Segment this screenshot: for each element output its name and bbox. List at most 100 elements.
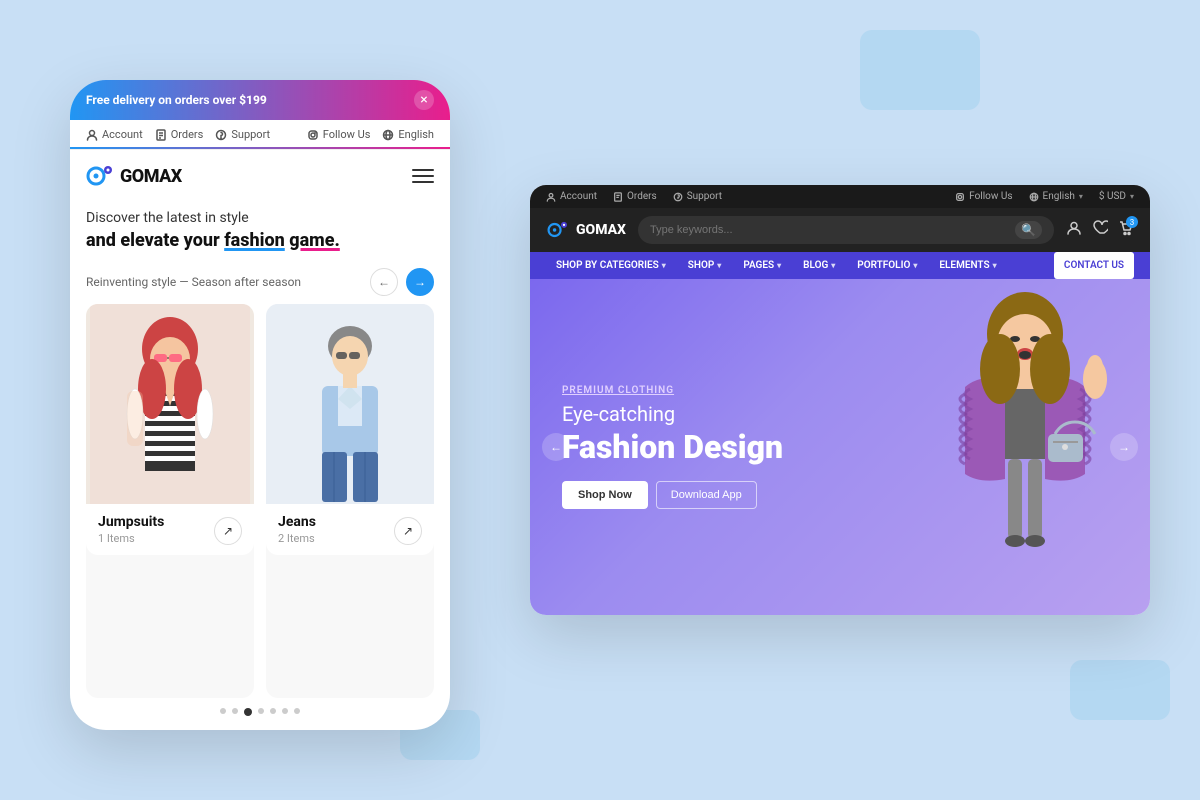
desktop-header-icons: 3 bbox=[1066, 220, 1134, 240]
mobile-header: GOMAX bbox=[70, 150, 450, 202]
hero-title-line1: and elevate your bbox=[86, 230, 220, 251]
desktop-orders-label: Orders bbox=[627, 191, 657, 202]
desktop-support-label: Support bbox=[687, 191, 722, 202]
desktop-nav-elements[interactable]: ELEMENTS ▾ bbox=[929, 252, 1006, 279]
desktop-nav-categories[interactable]: SHOP BY CATEGORIES ▾ bbox=[546, 252, 676, 279]
shop-chevron: ▾ bbox=[717, 261, 721, 270]
product-card-info-jeans: Jeans 2 Items ↗ bbox=[266, 504, 434, 555]
next-arrow-button[interactable]: → bbox=[406, 268, 434, 296]
product-card-jumpsuits[interactable]: Jumpsuits 1 Items ↗ bbox=[86, 304, 254, 698]
desktop-wishlist-icon[interactable] bbox=[1092, 220, 1108, 240]
hero-prev-arrow[interactable]: ← bbox=[542, 433, 570, 461]
dot-3-active[interactable] bbox=[244, 708, 252, 716]
desktop-nav-account[interactable]: Account bbox=[546, 191, 597, 202]
desktop-nav-follow[interactable]: Follow Us bbox=[955, 191, 1012, 202]
desktop-search-input[interactable] bbox=[650, 224, 1007, 236]
dot-4[interactable] bbox=[258, 708, 264, 714]
mobile-mockup: Free delivery on orders over $199 × Acco… bbox=[70, 80, 450, 730]
hamburger-menu[interactable] bbox=[412, 169, 434, 183]
dot-2[interactable] bbox=[232, 708, 238, 714]
desktop-topbar: Account Orders Support Follow Us English bbox=[530, 185, 1150, 208]
dot-5[interactable] bbox=[270, 708, 276, 714]
desktop-nav-orders[interactable]: Orders bbox=[613, 191, 657, 202]
hero-subtitle: Eye-catching bbox=[562, 402, 783, 426]
promo-close-button[interactable]: × bbox=[414, 90, 434, 110]
desktop-nav-portfolio[interactable]: PORTFOLIO ▾ bbox=[847, 252, 927, 279]
desktop-nav-language[interactable]: English ▾ bbox=[1029, 191, 1083, 202]
categories-chevron: ▾ bbox=[662, 261, 666, 270]
dot-7[interactable] bbox=[294, 708, 300, 714]
dot-6[interactable] bbox=[282, 708, 288, 714]
pages-chevron: ▾ bbox=[777, 261, 781, 270]
product-card-jeans[interactable]: Jeans 2 Items ↗ bbox=[266, 304, 434, 698]
shop-now-button[interactable]: Shop Now bbox=[562, 481, 648, 509]
elements-chevron: ▾ bbox=[993, 261, 997, 270]
instagram-icon bbox=[307, 129, 319, 141]
mobile-nav-account[interactable]: Account bbox=[86, 128, 143, 141]
hamburger-line-1 bbox=[412, 169, 434, 171]
desktop-nav: SHOP BY CATEGORIES ▾ SHOP ▾ PAGES ▾ BLOG… bbox=[530, 252, 1150, 279]
hero-title-line2: fashion game. bbox=[224, 230, 340, 251]
desktop-follow-label: Follow Us bbox=[969, 191, 1012, 202]
product-count-jeans: 2 Items bbox=[278, 532, 316, 545]
desktop-cart-icon[interactable]: 3 bbox=[1118, 220, 1134, 240]
globe-icon-desktop bbox=[1029, 192, 1039, 202]
orders-icon-desktop bbox=[613, 192, 623, 202]
user-icon bbox=[86, 129, 98, 141]
desktop-user-icon[interactable] bbox=[1066, 220, 1082, 240]
desktop-nav-currency[interactable]: $ USD ▾ bbox=[1099, 191, 1134, 202]
user-icon-desktop bbox=[546, 192, 556, 202]
prev-arrow-button[interactable]: ← bbox=[370, 268, 398, 296]
go-logo-icon bbox=[86, 162, 114, 190]
hero-label: PREMIUM CLOTHING bbox=[562, 385, 783, 396]
desktop-language-label: English bbox=[1043, 191, 1075, 202]
desktop-nav-support[interactable]: Support bbox=[673, 191, 722, 202]
product-image-jumpsuits bbox=[86, 304, 254, 504]
categories-label: SHOP BY CATEGORIES bbox=[556, 260, 659, 271]
download-app-button[interactable]: Download App bbox=[656, 481, 757, 509]
support-icon-desktop bbox=[673, 192, 683, 202]
portfolio-chevron: ▾ bbox=[913, 261, 917, 270]
hero-title: and elevate your fashion game. bbox=[86, 230, 434, 252]
desktop-header: GOMAX 🔍 3 bbox=[530, 208, 1150, 252]
contact-label: CONTACT US bbox=[1064, 260, 1124, 271]
hamburger-line-3 bbox=[412, 181, 434, 183]
orders-label: Orders bbox=[171, 128, 204, 141]
slider-arrows: ← → bbox=[370, 268, 434, 296]
desktop-nav-contact[interactable]: CONTACT US bbox=[1054, 252, 1134, 279]
product-arrow-jumpsuits[interactable]: ↗ bbox=[214, 517, 242, 545]
desktop-nav-pages[interactable]: PAGES ▾ bbox=[733, 252, 791, 279]
mobile-nav-follow[interactable]: Follow Us bbox=[307, 128, 371, 141]
desktop-hero: ← PREMIUM CLOTHING Eye-catching Fashion … bbox=[530, 279, 1150, 615]
desktop-search-bar[interactable]: 🔍 bbox=[638, 216, 1054, 244]
hero-content: PREMIUM CLOTHING Eye-catching Fashion De… bbox=[530, 361, 815, 533]
slider-caption: Reinventing style — Season after season bbox=[86, 275, 301, 289]
hero-next-arrow[interactable]: → bbox=[1110, 433, 1138, 461]
promo-banner: Free delivery on orders over $199 × bbox=[70, 80, 450, 120]
portfolio-label: PORTFOLIO bbox=[857, 260, 910, 271]
dot-1[interactable] bbox=[220, 708, 226, 714]
desktop-mockup: Account Orders Support Follow Us English bbox=[530, 185, 1150, 615]
mobile-nav-orders[interactable]: Orders bbox=[155, 128, 204, 141]
support-label: Support bbox=[231, 128, 270, 141]
support-icon bbox=[215, 129, 227, 141]
bg-decoration-1 bbox=[860, 30, 980, 110]
mobile-logo-text: GOMAX bbox=[120, 166, 182, 187]
slider-navigation: Reinventing style — Season after season … bbox=[70, 264, 450, 304]
cart-badge: 3 bbox=[1126, 216, 1138, 228]
hero-title: Fashion Design bbox=[562, 430, 783, 465]
bg-decoration-2 bbox=[1070, 660, 1170, 720]
elements-label: ELEMENTS bbox=[939, 260, 989, 271]
chevron-language-icon: ▾ bbox=[1079, 192, 1083, 201]
mobile-nav-language[interactable]: English bbox=[382, 128, 434, 141]
desktop-search-button[interactable]: 🔍 bbox=[1015, 221, 1042, 239]
follow-label: Follow Us bbox=[323, 128, 371, 141]
desktop-nav-blog[interactable]: BLOG ▾ bbox=[793, 252, 845, 279]
mobile-nav: Account Orders Support Follow Us bbox=[70, 120, 450, 150]
mobile-nav-support[interactable]: Support bbox=[215, 128, 270, 141]
desktop-nav-shop[interactable]: SHOP ▾ bbox=[678, 252, 732, 279]
mobile-logo: GOMAX bbox=[86, 162, 182, 190]
hamburger-line-2 bbox=[412, 175, 434, 177]
product-arrow-jeans[interactable]: ↗ bbox=[394, 517, 422, 545]
orders-icon bbox=[155, 129, 167, 141]
